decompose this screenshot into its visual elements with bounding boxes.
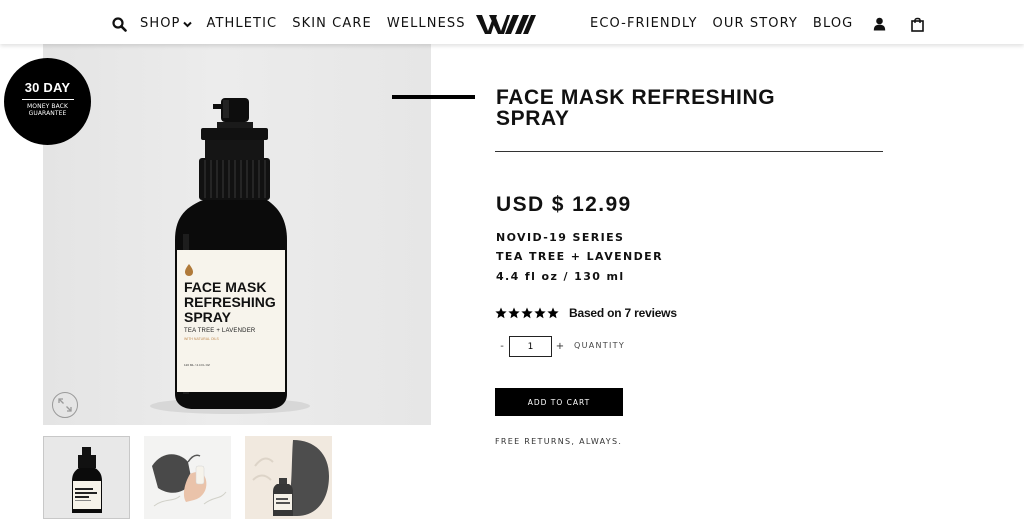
badge-title: 30 DAY — [24, 80, 71, 95]
nav-wellness[interactable]: WELLNESS — [387, 15, 466, 33]
nav-shop[interactable]: SHOP — [140, 15, 192, 33]
money-back-badge: 30 DAY MONEY BACK GUARANTEE — [4, 58, 91, 145]
add-to-cart-button[interactable]: ADD TO CART — [495, 388, 623, 416]
product-title-line-2: SPRAY — [496, 107, 570, 130]
nav-left: SHOP ATHLETIC SKIN CARE WELLNESS — [110, 15, 481, 33]
quantity-decrease-button[interactable]: - — [497, 341, 507, 352]
title-divider — [495, 151, 883, 152]
user-icon[interactable] — [870, 15, 888, 33]
nav-skin-care[interactable]: SKIN CARE — [292, 15, 372, 33]
star-icon — [508, 307, 520, 319]
decorative-line — [392, 95, 475, 99]
shopping-bag-icon[interactable] — [908, 15, 926, 33]
badge-line-2: GUARANTEE — [28, 110, 67, 117]
main-product-image[interactable]: FACE MASK REFRESHING SPRAY TEA TREE + LA… — [43, 44, 431, 425]
search-icon[interactable] — [110, 15, 128, 33]
product-title-line-1: FACE MASK REFRESHING — [496, 86, 776, 109]
product-size: 4.4 fl oz / 130 ml — [496, 270, 625, 283]
brand-logo[interactable] — [475, 12, 537, 38]
nav-right: ECO-FRIENDLY OUR STORY BLOG — [590, 15, 938, 33]
star-icon — [521, 307, 533, 319]
thumbnail-bottle-with-mask[interactable] — [245, 436, 332, 519]
bottle-label-line-3: SPRAY — [184, 309, 231, 325]
rating-stars — [495, 307, 560, 319]
nav-shop-label: SHOP — [140, 16, 181, 31]
zoom-icon[interactable] — [52, 392, 78, 418]
product-scent: TEA TREE + LAVENDER — [496, 250, 663, 263]
thumbnail-strip — [43, 436, 346, 519]
quantity-increase-button[interactable]: + — [555, 341, 565, 352]
quantity-label: QUANTITY — [574, 340, 626, 350]
reviews-link[interactable]: Based on 7 reviews — [569, 306, 677, 320]
badge-divider — [21, 99, 74, 100]
bottle-label-line-2: REFRESHING — [184, 294, 276, 310]
nav-eco-friendly[interactable]: ECO-FRIENDLY — [590, 15, 698, 33]
nav-athletic[interactable]: ATHLETIC — [207, 15, 278, 33]
nav-our-story[interactable]: OUR STORY — [713, 15, 798, 33]
nav-blog[interactable]: BLOG — [813, 15, 853, 33]
free-returns-note: FREE RETURNS, ALWAYS. — [495, 437, 623, 446]
star-icon — [547, 307, 559, 319]
thumbnail-mask-in-hand[interactable] — [144, 436, 231, 519]
star-icon — [495, 307, 507, 319]
product-price: USD $ 12.99 — [496, 193, 632, 216]
chevron-down-icon — [182, 21, 192, 28]
product-series: NOVID-19 SERIES — [496, 231, 625, 244]
mask-hand-thumbnail-image — [144, 436, 231, 519]
badge-line-1: MONEY BACK — [27, 103, 68, 110]
quantity-input[interactable] — [509, 336, 552, 357]
bottle-label-sub: TEA TREE + LAVENDER — [184, 328, 256, 334]
quantity-selector: - + QUANTITY — [497, 336, 625, 357]
spray-bottle-illustration — [150, 98, 310, 414]
site-header: SHOP ATHLETIC SKIN CARE WELLNESS ECO-FRI… — [0, 0, 1024, 44]
bottle-thumbnail-image — [44, 437, 129, 518]
product-title: FACE MASK REFRESHING SPRAY — [496, 87, 816, 129]
bottle-label: FACE MASK REFRESHING SPRAY TEA TREE + LA… — [184, 279, 284, 368]
bottle-label-line-1: FACE MASK — [184, 279, 267, 295]
thumbnail-bottle[interactable] — [43, 436, 130, 519]
star-icon — [534, 307, 546, 319]
bottle-label-note: WITH NATURAL OILS — [184, 337, 219, 341]
bottle-mask-thumbnail-image — [245, 436, 332, 519]
product-rating[interactable]: Based on 7 reviews — [495, 306, 677, 320]
bottle-label-volume: 120 ML / 4.4 FL OZ — [184, 363, 210, 367]
